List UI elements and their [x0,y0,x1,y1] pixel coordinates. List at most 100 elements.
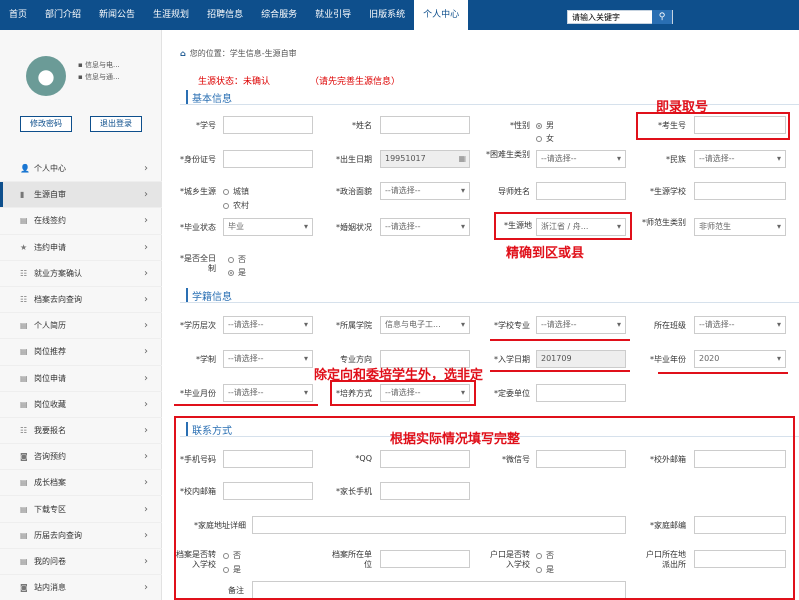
chevron-right-icon: › [144,555,148,567]
doc-icon: ▤ [20,373,28,383]
sidebar-menu: 👤 个人中心 › ▮ 生源自审 › ▤ 在线签约 › ★ 违约申请 › ☷ 就业方案确认 › ☷ 档案去向查询 ›… [0,156,162,600]
chat-icon: ◙ [20,452,28,462]
grad-year-select[interactable]: 2020 [694,350,786,368]
annotation-box-train [330,380,476,406]
college-select[interactable]: 信息与电子工... [380,316,470,334]
sidebar-item-label: 个人简历 [34,321,66,331]
sidebar-item-label: 生源自审 [34,190,66,200]
sidebar-item[interactable]: ◙ 咨询预约 › [0,444,162,471]
chevron-right-icon: › [144,320,148,332]
avatar: ● [26,56,66,96]
home-icon: ⌂ [180,49,186,58]
main-content: ⌂ 您的位置：学生信息-生源自审 生源状态：未确认 （请先完善生源信息） 基本信息… [170,30,799,600]
sidebar-item[interactable]: ▤ 我的问卷 › [0,549,162,575]
list-icon: ☷ [20,295,28,305]
nav-services[interactable]: 综合服务 [252,0,306,30]
underline-major [490,339,630,341]
origin-town-radio[interactable]: 城镇 [223,186,249,197]
sidebar-item[interactable]: ▤ 岗位推荐 › [0,339,162,366]
nav-jobs[interactable]: 招聘信息 [198,0,252,30]
status-label: 生源状态：未确认 [198,77,271,87]
label-college: *所属学院 [336,321,372,330]
annotation-contact: 根据实际情况填写完整 [390,432,521,447]
nav-guide[interactable]: 就业引导 [306,0,360,30]
full-time-no-radio[interactable]: 否 [228,254,246,265]
ethnic-select[interactable]: --请选择-- [694,150,786,168]
divider [180,302,799,303]
nav-career[interactable]: 生涯规划 [144,0,198,30]
degree-level-select[interactable]: --请选择-- [223,316,313,334]
gender-male-radio[interactable]: 男 [536,120,554,131]
sidebar-item[interactable]: ☷ 就业方案确认 › [0,261,162,287]
grad-month-select[interactable]: --请选择-- [223,384,313,402]
doc-icon: ▤ [20,321,28,331]
calendar-icon: ▦ [458,154,466,163]
sidebar-item[interactable]: ▤ 岗位申请 › [0,366,162,392]
full-time-yes-radio[interactable]: 是 [228,267,246,278]
target-unit-field[interactable] [536,384,626,402]
search-icon[interactable]: ⚲ [652,10,672,24]
doc-icon: ▤ [20,216,28,226]
sidebar-item[interactable]: ◙ 站内消息 › [0,575,162,600]
search-input[interactable]: 请输入关键字 [568,12,652,23]
list-icon: ☷ [20,425,28,435]
annotation-box-origin [494,212,632,240]
birth-field[interactable]: 19951017 ▦ [380,150,470,168]
search-box[interactable]: 请输入关键字 ⚲ [567,10,673,24]
status-hint: （请先完善生源信息） [310,77,401,87]
doc-icon: ▤ [20,478,28,488]
origin-school-field[interactable] [694,182,786,200]
doc-icon: ▤ [20,504,28,514]
gender-female-radio[interactable]: 女 [536,133,554,144]
underline-grad-month [174,404,318,406]
chevron-right-icon: › [144,477,148,489]
nav-personal-center[interactable]: 个人中心 [414,0,469,30]
sidebar-item[interactable]: ▤ 在线签约 › [0,208,162,235]
nav-news[interactable]: 新闻公告 [90,0,144,30]
entry-date-field[interactable]: 201709 [536,350,626,368]
chevron-right-icon: › [144,529,148,541]
tutor-field[interactable] [536,182,626,200]
id-no-field[interactable] [223,150,313,168]
nav-department[interactable]: 部门介绍 [36,0,90,30]
sidebar-item[interactable]: ▤ 历届去向查询 › [0,523,162,549]
change-password-button[interactable]: 修改密码 [20,116,72,132]
chat-icon: ◙ [20,583,28,593]
major-select[interactable]: --请选择-- [536,316,626,334]
label-grad-month: *毕业月份 [180,389,216,398]
sidebar-item[interactable]: ☷ 我要报名 › [0,418,162,445]
class-select[interactable]: --请选择-- [694,316,786,334]
sidebar-item[interactable]: ☷ 档案去向查询 › [0,287,162,314]
sidebar-item[interactable]: ★ 违约申请 › [0,235,162,261]
sidebar-item[interactable]: ▤ 下载专区 › [0,496,162,523]
sidebar-item-label: 咨询预约 [34,452,66,462]
sidebar-item[interactable]: ▤ 成长档案 › [0,470,162,497]
normal-type-select[interactable]: 非师范生 [694,218,786,236]
sidebar-item[interactable]: ▮ 生源自审 › [0,182,162,209]
student-no-field[interactable] [223,116,313,134]
marriage-select[interactable]: --请选择-- [380,218,470,236]
name-field[interactable] [380,116,470,134]
label-tutor: 导师姓名 [498,187,530,196]
sidebar-item-label: 岗位收藏 [34,399,66,409]
nav-home[interactable]: 首页 [0,0,36,30]
sidebar-item-label: 违约申请 [34,242,66,252]
label-student-no: *学号 [196,121,216,130]
sidebar-item-label: 我的问卷 [34,556,66,566]
duration-select[interactable]: --请选择-- [223,350,313,368]
sidebar-item-label: 历届去向查询 [34,530,82,540]
sidebar-item[interactable]: ▤ 岗位收藏 › [0,392,162,418]
politics-select[interactable]: --请选择-- [380,182,470,200]
doc-icon: ▤ [20,399,28,409]
sidebar-item-label: 成长档案 [34,478,66,488]
underline-entry [490,370,630,372]
sidebar-item[interactable]: 👤 个人中心 › [0,156,162,183]
sidebar-item[interactable]: ▤ 个人简历 › [0,313,162,340]
origin-rural-radio[interactable]: 农村 [223,200,249,211]
grad-status-select[interactable]: 毕业 [223,218,313,236]
label-grad-status: *毕业状态 [180,223,216,232]
label-ethnic: *民族 [666,155,686,164]
poverty-select[interactable]: --请选择-- [536,150,626,168]
nav-old-system[interactable]: 旧版系统 [360,0,414,30]
logout-button[interactable]: 退出登录 [90,116,142,132]
